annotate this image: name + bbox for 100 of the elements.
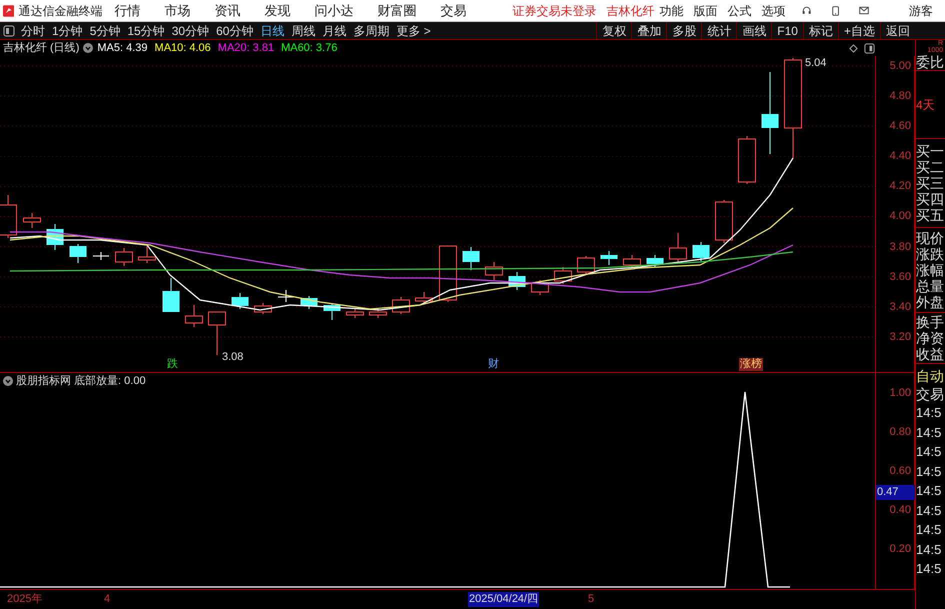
period-tab[interactable]: 1分钟 bbox=[52, 22, 83, 40]
time-label: 14:5 bbox=[916, 560, 942, 578]
time-label: 14:5 bbox=[916, 482, 942, 500]
finance-label: 换手 bbox=[916, 314, 945, 330]
period-tab[interactable]: 多周期 bbox=[353, 22, 390, 40]
toolbar-item[interactable]: 选项 bbox=[756, 2, 790, 20]
candlestick bbox=[369, 308, 387, 318]
axis-label: 4.00 bbox=[890, 209, 911, 224]
quote-label: 总量 bbox=[916, 278, 945, 294]
period-tab[interactable]: 60分钟 bbox=[216, 22, 254, 40]
headset-icon[interactable] bbox=[802, 4, 812, 17]
date-label: 2025年 bbox=[6, 592, 44, 607]
candlestick bbox=[646, 254, 664, 268]
axis-label: 0.80 bbox=[890, 425, 911, 440]
candlestick bbox=[300, 296, 318, 310]
time-label: 14:5 bbox=[916, 443, 942, 461]
axis-label: 4.60 bbox=[890, 119, 911, 134]
indicator-title: 股朋指标网 底部放量: 0.00 bbox=[16, 374, 146, 389]
signal-marker: 跌 bbox=[166, 358, 179, 371]
axis-label: 3.20 bbox=[890, 330, 911, 345]
dropdown-icon[interactable] bbox=[3, 376, 13, 386]
mail-icon[interactable] bbox=[858, 5, 869, 16]
menu-item[interactable]: 资讯 bbox=[202, 0, 252, 20]
high-price-label: 5.04 bbox=[805, 56, 826, 71]
diamond-icon[interactable] bbox=[849, 44, 858, 52]
bid-label: 买四 bbox=[916, 191, 945, 207]
menu-item[interactable]: 行情 bbox=[102, 0, 152, 20]
quote-label: 现价 bbox=[916, 230, 945, 246]
menu-item[interactable]: 市场 bbox=[152, 0, 202, 20]
time-label: 14:5 bbox=[916, 502, 942, 520]
bid-label: 买二 bbox=[916, 159, 945, 175]
axis-label: 0.60 bbox=[890, 464, 911, 479]
period-tab[interactable]: 15分钟 bbox=[127, 22, 165, 40]
panel-toggle-icon[interactable] bbox=[3, 24, 15, 36]
menu-item[interactable]: 问小达 bbox=[302, 0, 366, 20]
period-tab[interactable]: 更多 > bbox=[396, 22, 431, 40]
panel-icon[interactable] bbox=[864, 42, 875, 54]
menu-item[interactable]: 发现 bbox=[252, 0, 302, 20]
candlestick bbox=[508, 272, 526, 290]
candlestick bbox=[346, 308, 364, 318]
candlestick bbox=[415, 292, 433, 304]
menu-item[interactable]: 财富圈 bbox=[365, 0, 428, 20]
auto-label: 自动 bbox=[916, 367, 945, 385]
axis-label: 4.20 bbox=[890, 179, 911, 194]
moving-average-label: MA10: 4.06 bbox=[154, 40, 211, 56]
period-tab[interactable]: 月线 bbox=[322, 22, 346, 40]
toolbar-item[interactable]: 公式 bbox=[722, 2, 756, 20]
menu-item[interactable]: 交易 bbox=[428, 0, 478, 20]
axis-label: 3.40 bbox=[890, 300, 911, 315]
moving-average-label: MA60: 3.76 bbox=[281, 40, 338, 56]
axis-label: 3.80 bbox=[890, 240, 911, 255]
app-title: 通达信金融终端 bbox=[18, 2, 102, 20]
quote-label: 外盘 bbox=[916, 294, 945, 310]
candlestick bbox=[439, 246, 457, 302]
phone-icon[interactable] bbox=[832, 4, 839, 18]
ratio-label: 委比 bbox=[916, 54, 945, 71]
login-notice[interactable]: 证券交易未登录 bbox=[512, 2, 596, 20]
period-tab[interactable]: 分时 bbox=[21, 22, 45, 40]
time-label: 14:5 bbox=[916, 424, 942, 442]
time-label: 14:5 bbox=[916, 540, 942, 558]
axis-label: 1.00 bbox=[890, 386, 911, 401]
bid-label: 买五 bbox=[916, 207, 945, 223]
quote-label: 涨幅 bbox=[916, 262, 945, 278]
candlestick bbox=[554, 266, 572, 284]
trade-label: 交易 bbox=[916, 385, 945, 403]
candlestick bbox=[162, 278, 180, 312]
axis-label: 4.80 bbox=[890, 89, 911, 104]
date-label: 4 bbox=[103, 592, 112, 607]
logo-icon bbox=[3, 2, 14, 18]
bid-label: 买三 bbox=[916, 175, 945, 191]
candlestick bbox=[254, 302, 272, 314]
candlestick bbox=[0, 194, 17, 238]
candlestick bbox=[23, 212, 41, 228]
time-label: 14:5 bbox=[916, 404, 942, 422]
days-label: 4天 bbox=[916, 96, 935, 112]
candlestick bbox=[92, 252, 110, 260]
period-tab[interactable]: 30分钟 bbox=[172, 22, 210, 40]
bid-label: 买一 bbox=[916, 143, 945, 159]
finance-label: 净资 bbox=[916, 330, 945, 346]
dropdown-icon[interactable] bbox=[83, 43, 94, 53]
period-tab[interactable]: 周线 bbox=[291, 22, 316, 40]
moving-average-label: MA5: 4.39 bbox=[97, 40, 148, 56]
finance-label: 收益 bbox=[916, 346, 945, 362]
axis-label: 0.20 bbox=[890, 542, 911, 557]
signal-marker: 财 bbox=[487, 358, 500, 371]
toolbar-item[interactable]: 功能 bbox=[654, 2, 688, 20]
time-label: 14:5 bbox=[916, 521, 942, 539]
signal-marker: 涨榜 bbox=[739, 358, 763, 371]
time-label: 14:5 bbox=[916, 462, 942, 480]
period-tab[interactable]: 5分钟 bbox=[90, 22, 120, 40]
guest-label[interactable]: 游客 bbox=[909, 2, 933, 20]
period-tab[interactable]: 日线 bbox=[260, 22, 284, 40]
candlestick bbox=[692, 242, 710, 262]
candlestick bbox=[623, 254, 641, 268]
candlestick bbox=[392, 296, 410, 314]
candlestick bbox=[577, 256, 595, 276]
moving-average-label: MA20: 3.81 bbox=[218, 40, 274, 56]
candlestick bbox=[738, 136, 756, 184]
toolbar-item[interactable]: 版面 bbox=[688, 2, 722, 20]
cursor-value-label: 0.47 bbox=[876, 485, 915, 500]
